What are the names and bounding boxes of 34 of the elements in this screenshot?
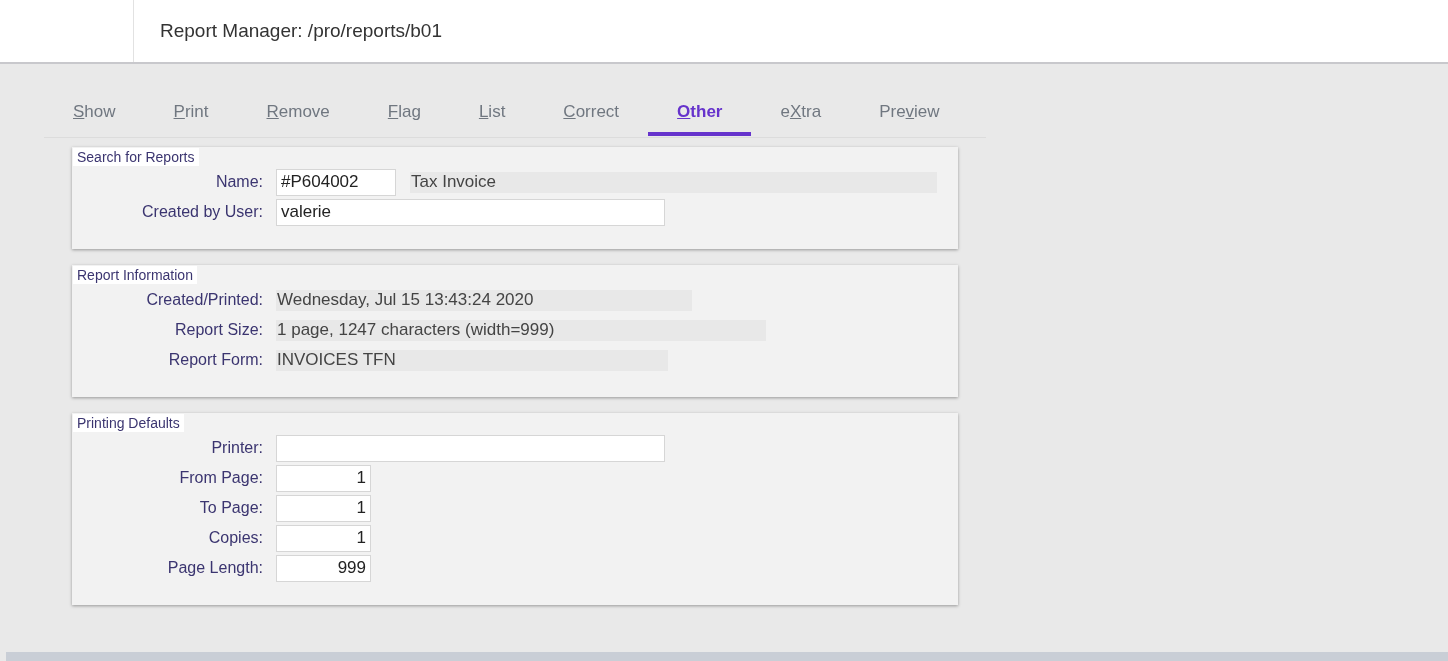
field-label: Printer: xyxy=(210,439,263,457)
field-label: Page Length: xyxy=(166,559,263,577)
tab[interactable]: Correct xyxy=(534,88,649,136)
field-label: From Page: xyxy=(178,469,263,487)
field-label: Created by User: xyxy=(141,203,263,221)
tab[interactable]: eXtra xyxy=(751,88,851,136)
number-field[interactable]: 1 xyxy=(276,494,371,522)
tab[interactable]: Flag xyxy=(358,88,450,136)
number-field[interactable]: 1 xyxy=(276,524,371,552)
tab[interactable]: List xyxy=(449,88,535,136)
readonly-value: INVOICES TFN xyxy=(276,349,668,371)
tab[interactable]: Remove xyxy=(237,88,359,136)
input-field[interactable]: #P604002 xyxy=(276,168,396,196)
field-label: Created/Printed: xyxy=(145,291,263,309)
field-label: To Page: xyxy=(198,499,263,517)
number-field[interactable]: 999 xyxy=(276,554,371,582)
tab[interactable]: Preview xyxy=(850,88,969,136)
readonly-value: Wednesday, Jul 15 13:43:24 2020 xyxy=(276,289,692,311)
tab[interactable]: Other xyxy=(648,88,752,136)
input-field[interactable]: valerie xyxy=(276,198,665,226)
field-label: Copies: xyxy=(207,529,263,547)
section-legend: Report Information xyxy=(73,266,197,284)
readonly-value: 1 page, 1247 characters (width=999) xyxy=(276,319,766,341)
input-field[interactable] xyxy=(276,434,665,462)
tab[interactable]: Show xyxy=(44,88,145,136)
number-field[interactable]: 1 xyxy=(276,464,371,492)
field-label: Report Size: xyxy=(173,321,263,339)
section-legend: Search for Reports xyxy=(73,148,199,166)
readonly-value: Tax Invoice xyxy=(410,171,937,193)
tab[interactable]: Print xyxy=(144,88,238,136)
page-title: Report Manager: /pro/reports/b01 xyxy=(159,20,442,42)
field-label: Name: xyxy=(214,173,263,191)
field-label: Report Form: xyxy=(167,351,263,369)
section-legend: Printing Defaults xyxy=(73,414,184,432)
